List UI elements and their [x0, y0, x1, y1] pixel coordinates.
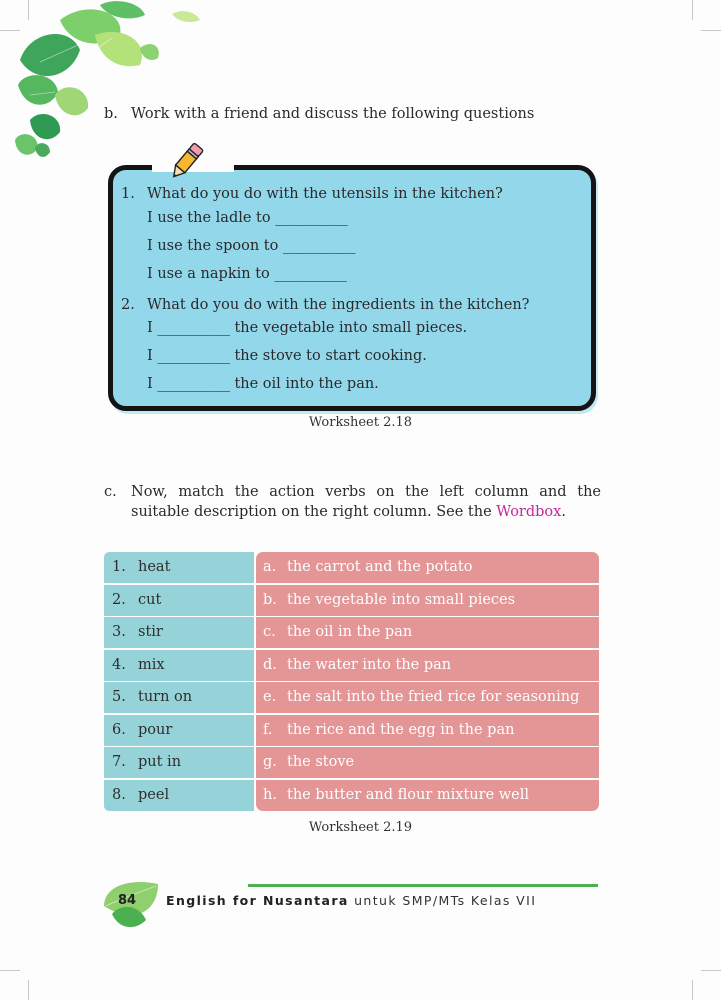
instruction-text: Now, match the action verbs on the left … [131, 482, 601, 522]
table-row: 4. mix d. the water into the pan [104, 649, 599, 681]
table-row: 3. stir c. the oil in the pan [104, 617, 599, 648]
description-cell: d. the water into the pan [256, 649, 599, 681]
verb-cell: 1. heat [104, 552, 254, 583]
instruction-marker: b. [104, 106, 118, 122]
description-text: the rice and the egg in the pan [287, 721, 515, 738]
description-text: the stove [287, 754, 355, 770]
description-letter: d. [263, 656, 277, 673]
question-text: What do you do with the ingredients in t… [147, 297, 530, 313]
table-row: 6. pour f. the rice and the egg in the pan [104, 714, 599, 746]
description-letter: b. [263, 591, 277, 608]
description-cell: b. the vegetable into small pieces [256, 584, 599, 616]
table-row: 2. cut b. the vegetable into small pieces [104, 584, 599, 616]
question-text: What do you do with the utensils in the … [147, 186, 503, 202]
description-letter: h. [263, 786, 277, 803]
answer-line: I use the spoon to __________ [147, 238, 356, 254]
verb-cell: 8. peel [104, 779, 254, 811]
crop-mark [28, 980, 29, 1000]
description-letter: e. [263, 689, 277, 705]
crop-mark [701, 30, 721, 31]
crop-mark [701, 970, 721, 971]
answer-line: I use the ladle to __________ [147, 210, 348, 226]
answer-line: I __________ the oil into the pan. [147, 376, 379, 392]
worksheet-caption: Worksheet 2.19 [308, 820, 413, 835]
table-row: 1. heat a. the carrot and the potato [104, 552, 599, 583]
description-cell: f. the rice and the egg in the pan [256, 714, 599, 746]
answer-line: I __________ the vegetable into small pi… [147, 320, 468, 336]
table-row: 8. peel h. the butter and flour mixture we… [104, 779, 599, 811]
verb-number: 1. [112, 559, 126, 575]
verb-text: cut [138, 591, 162, 608]
answer-line: I use a napkin to __________ [147, 266, 347, 282]
description-letter: g. [263, 754, 277, 770]
verb-text: put in [138, 754, 182, 770]
footer-rule [248, 884, 598, 887]
description-text: the salt into the fried rice for seasoni… [287, 689, 580, 705]
instruction-b: b. Work with a friend and discuss the fo… [104, 104, 599, 124]
description-cell: h. the butter and flour mixture well [256, 779, 599, 811]
table-row: 5. turn on e. the salt into the fried rice… [104, 682, 599, 713]
description-cell: c. the oil in the pan [256, 617, 599, 648]
verb-number: 2. [112, 591, 126, 608]
description-cell: e. the salt into the fried rice for seaso… [256, 682, 599, 713]
verb-number: 6. [112, 721, 126, 738]
verb-number: 5. [112, 689, 126, 705]
verb-number: 3. [112, 624, 126, 640]
crop-mark [0, 970, 20, 971]
instruction-marker: c. [104, 484, 117, 500]
worksheet-caption: Worksheet 2.18 [308, 415, 413, 430]
verb-text: stir [138, 624, 163, 640]
instruction-period: . [561, 504, 566, 520]
verb-cell: 5. turn on [104, 682, 254, 713]
table-row: 7. put in g. the stove [104, 747, 599, 778]
question-number: 1. [121, 186, 135, 202]
description-letter: f. [263, 721, 273, 738]
verb-cell: 3. stir [104, 617, 254, 648]
pencil-icon [172, 142, 204, 178]
page-number: 84 [118, 893, 137, 908]
instruction-c: c. Now, match the action verbs on the le… [104, 482, 601, 522]
verb-number: 8. [112, 786, 126, 803]
description-cell: g. the stove [256, 747, 599, 778]
answer-line: I __________ the stove to start cooking. [147, 348, 427, 364]
description-text: the butter and flour mixture well [287, 786, 530, 803]
verb-text: heat [138, 559, 171, 575]
instruction-text: Work with a friend and discuss the follo… [131, 106, 535, 122]
verb-text: peel [138, 786, 170, 803]
question-number: 2. [121, 297, 135, 313]
verb-cell: 4. mix [104, 649, 254, 681]
footer-title: English for Nusantara untuk SMP/MTs Kela… [166, 893, 536, 908]
book-title: English for Nusantara [166, 893, 349, 908]
description-cell: a. the carrot and the potato [256, 552, 599, 583]
description-letter: c. [263, 624, 276, 640]
verb-cell: 2. cut [104, 584, 254, 616]
verb-cell: 7. put in [104, 747, 254, 778]
description-text: the oil in the pan [287, 624, 413, 640]
description-text: the vegetable into small pieces [287, 591, 516, 608]
verb-text: pour [138, 721, 173, 738]
verb-cell: 6. pour [104, 714, 254, 746]
book-subtitle: untuk SMP/MTs Kelas VII [354, 893, 537, 908]
verb-text: turn on [138, 689, 193, 705]
crop-mark [692, 980, 693, 1000]
verb-number: 7. [112, 754, 126, 770]
verb-number: 4. [112, 656, 126, 673]
description-text: the water into the pan [287, 656, 452, 673]
crop-mark [692, 0, 693, 20]
description-text: the carrot and the potato [287, 559, 473, 575]
description-letter: a. [263, 559, 277, 575]
verb-text: mix [138, 656, 165, 673]
wordbox-link[interactable]: Wordbox [496, 504, 561, 520]
